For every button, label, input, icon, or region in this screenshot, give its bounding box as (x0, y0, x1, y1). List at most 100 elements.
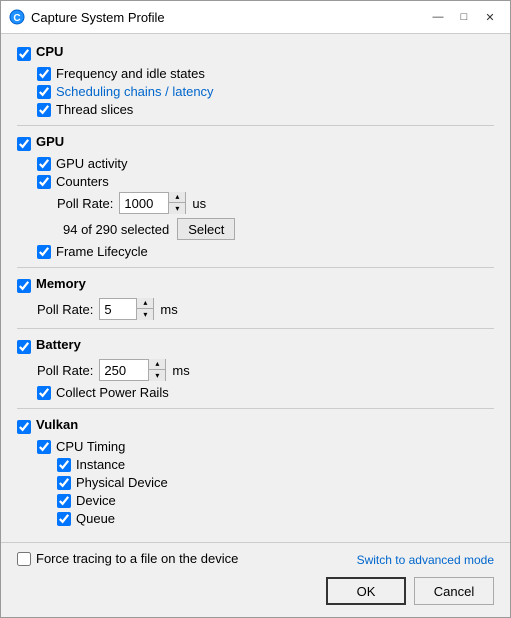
memory-poll-spinner: ▴ ▾ (99, 298, 154, 320)
vulkan-queue-label[interactable]: Queue (76, 511, 115, 526)
footer-top: Force tracing to a file on the device Sw… (17, 551, 494, 569)
battery-poll-up-button[interactable]: ▴ (149, 359, 165, 370)
close-button[interactable]: ✕ (478, 7, 502, 27)
memory-poll-down-button[interactable]: ▾ (137, 309, 153, 320)
gpu-counters-row: Counters (37, 174, 494, 189)
gpu-section: GPU GPU activity Counters Poll Rate: ▴ (17, 134, 494, 259)
memory-section: Memory Poll Rate: ▴ ▾ ms (17, 276, 494, 320)
vulkan-queue-checkbox[interactable] (57, 512, 71, 526)
title-bar: C Capture System Profile — □ ✕ (1, 1, 510, 34)
vulkan-physical-device-checkbox[interactable] (57, 476, 71, 490)
ok-button[interactable]: OK (326, 577, 406, 605)
memory-poll-input[interactable] (100, 299, 136, 319)
battery-section: Battery Poll Rate: ▴ ▾ ms Collect Power … (17, 337, 494, 400)
cpu-sched-row: Scheduling chains / latency (37, 84, 494, 99)
gpu-select-info: 94 of 290 selected (63, 222, 169, 237)
battery-power-rails-label[interactable]: Collect Power Rails (56, 385, 169, 400)
gpu-counters-checkbox[interactable] (37, 175, 51, 189)
divider-cpu-gpu (17, 125, 494, 126)
vulkan-instance-row: Instance (57, 457, 494, 472)
battery-power-rails-row: Collect Power Rails (17, 385, 494, 400)
vulkan-device-label[interactable]: Device (76, 493, 116, 508)
gpu-activity-label[interactable]: GPU activity (56, 156, 128, 171)
gpu-poll-down-button[interactable]: ▾ (169, 203, 185, 214)
cpu-freq-checkbox[interactable] (37, 67, 51, 81)
gpu-label[interactable]: GPU (36, 134, 64, 149)
gpu-poll-row: Poll Rate: ▴ ▾ us (37, 192, 494, 214)
gpu-poll-input[interactable] (120, 193, 168, 213)
gpu-activity-checkbox[interactable] (37, 157, 51, 171)
battery-poll-input[interactable] (100, 360, 148, 380)
divider-gpu-memory (17, 267, 494, 268)
battery-label[interactable]: Battery (36, 337, 81, 352)
divider-battery-vulkan (17, 408, 494, 409)
gpu-select-row: 94 of 290 selected Select (37, 218, 494, 240)
gpu-poll-label: Poll Rate: (57, 196, 113, 211)
gpu-frame-checkbox[interactable] (37, 245, 51, 259)
gpu-poll-spinner-buttons: ▴ ▾ (168, 192, 185, 214)
vulkan-label[interactable]: Vulkan (36, 417, 78, 432)
memory-poll-spinner-buttons: ▴ ▾ (136, 298, 153, 320)
cancel-button[interactable]: Cancel (414, 577, 494, 605)
minimize-button[interactable]: — (426, 7, 450, 27)
battery-power-rails-checkbox[interactable] (37, 386, 51, 400)
gpu-poll-up-button[interactable]: ▴ (169, 192, 185, 203)
vulkan-instance-label[interactable]: Instance (76, 457, 125, 472)
advanced-mode-link[interactable]: Switch to advanced mode (357, 553, 494, 567)
battery-checkbox[interactable] (17, 340, 31, 354)
memory-poll-up-button[interactable]: ▴ (137, 298, 153, 309)
battery-poll-label: Poll Rate: (37, 363, 93, 378)
vulkan-physical-device-label[interactable]: Physical Device (76, 475, 168, 490)
battery-poll-row: Poll Rate: ▴ ▾ ms (17, 359, 494, 381)
svg-text:C: C (13, 13, 20, 24)
memory-poll-label: Poll Rate: (37, 302, 93, 317)
memory-header-row: Memory (17, 276, 494, 295)
battery-header-row: Battery (17, 337, 494, 356)
cpu-section: CPU Frequency and idle states Scheduling… (17, 44, 494, 117)
vulkan-device-row: Device (57, 493, 494, 508)
gpu-section-header-row: GPU (17, 134, 494, 153)
vulkan-device-checkbox[interactable] (57, 494, 71, 508)
vulkan-checkbox[interactable] (17, 420, 31, 434)
capture-system-profile-window: C Capture System Profile — □ ✕ CPU Frequ… (0, 0, 511, 618)
footer: Force tracing to a file on the device Sw… (1, 542, 510, 617)
gpu-counters-label[interactable]: Counters (56, 174, 109, 189)
memory-label[interactable]: Memory (36, 276, 86, 291)
cpu-sched-checkbox[interactable] (37, 85, 51, 99)
battery-poll-spinner-buttons: ▴ ▾ (148, 359, 165, 381)
cpu-thread-label[interactable]: Thread slices (56, 102, 133, 117)
maximize-button[interactable]: □ (452, 7, 476, 27)
gpu-checkbox[interactable] (17, 137, 31, 151)
force-tracing-label[interactable]: Force tracing to a file on the device (36, 551, 238, 566)
memory-checkbox[interactable] (17, 279, 31, 293)
gpu-frame-label[interactable]: Frame Lifecycle (56, 244, 148, 259)
window-title: Capture System Profile (31, 10, 426, 25)
cpu-freq-label[interactable]: Frequency and idle states (56, 66, 205, 81)
gpu-frame-row: Frame Lifecycle (37, 244, 494, 259)
vulkan-section: Vulkan CPU Timing Instance Physical Devi… (17, 417, 494, 526)
vulkan-cpu-timing-checkbox[interactable] (37, 440, 51, 454)
gpu-activity-row: GPU activity (37, 156, 494, 171)
cpu-checkbox[interactable] (17, 47, 31, 61)
cpu-label[interactable]: CPU (36, 44, 63, 59)
vulkan-cpu-timing-label[interactable]: CPU Timing (56, 439, 125, 454)
force-tracing-checkbox[interactable] (17, 552, 31, 566)
cpu-freq-row: Frequency and idle states (37, 66, 494, 81)
gpu-poll-spinner: ▴ ▾ (119, 192, 186, 214)
gpu-poll-unit: us (192, 196, 206, 211)
vulkan-instance-checkbox[interactable] (57, 458, 71, 472)
cpu-thread-row: Thread slices (37, 102, 494, 117)
divider-memory-battery (17, 328, 494, 329)
cpu-sched-label[interactable]: Scheduling chains / latency (56, 84, 214, 99)
vulkan-cpu-timing-row: CPU Timing (37, 439, 494, 454)
window-controls: — □ ✕ (426, 7, 502, 27)
battery-poll-down-button[interactable]: ▾ (149, 370, 165, 381)
vulkan-header-row: Vulkan (17, 417, 494, 436)
gpu-select-button[interactable]: Select (177, 218, 235, 240)
memory-poll-unit: ms (160, 302, 177, 317)
content-area: CPU Frequency and idle states Scheduling… (1, 34, 510, 542)
battery-poll-spinner: ▴ ▾ (99, 359, 166, 381)
cpu-section-header-row: CPU (17, 44, 494, 63)
cpu-thread-checkbox[interactable] (37, 103, 51, 117)
memory-poll-row: Poll Rate: ▴ ▾ ms (17, 298, 494, 320)
